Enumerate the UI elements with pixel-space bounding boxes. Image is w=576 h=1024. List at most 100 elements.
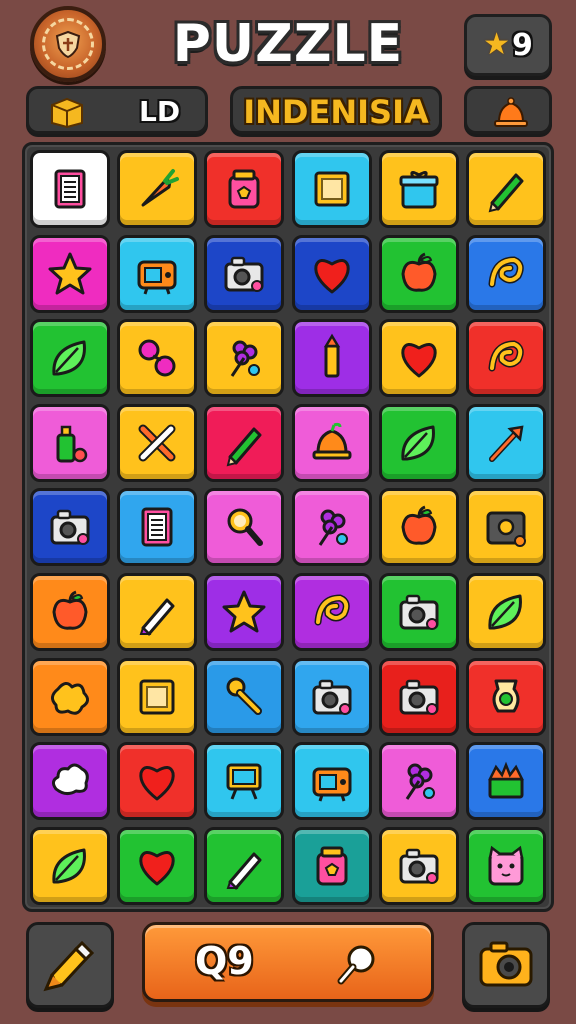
tile-swirl[interactable] xyxy=(466,319,546,398)
tile-leaf[interactable] xyxy=(378,403,459,482)
apple-icon xyxy=(401,505,437,546)
frame-icon xyxy=(314,171,350,207)
tile-swirl[interactable] xyxy=(291,573,372,651)
tile-pen[interactable] xyxy=(204,826,285,905)
tile-bell[interactable] xyxy=(291,403,372,482)
top-bar: PUZZLE ★ 9 xyxy=(0,0,576,86)
tile-gift[interactable] xyxy=(378,150,459,228)
star-count: 9 xyxy=(512,27,533,63)
tile-carrot[interactable] xyxy=(117,150,198,228)
box-icon xyxy=(51,97,83,129)
level-pill[interactable]: LD xyxy=(26,86,208,134)
emblem-badge-icon[interactable] xyxy=(30,6,106,82)
easel-icon xyxy=(226,763,262,800)
bottom-bar: Q9 xyxy=(0,918,576,1018)
cat-icon xyxy=(488,845,524,886)
tile-easel[interactable] xyxy=(204,742,285,821)
tile-flower[interactable] xyxy=(378,742,459,821)
bell-button[interactable] xyxy=(464,86,552,134)
tile-key[interactable] xyxy=(204,657,285,736)
tile-camera[interactable] xyxy=(30,488,110,567)
tile-speaker[interactable] xyxy=(466,488,546,567)
tile-cat[interactable] xyxy=(466,826,546,905)
leaf-icon xyxy=(52,340,86,376)
tile-leaf[interactable] xyxy=(30,319,110,398)
page-title: PUZZLE xyxy=(172,14,404,74)
cloud-icon xyxy=(51,763,89,796)
tile-cloud[interactable] xyxy=(30,742,110,821)
swirl-icon xyxy=(314,594,350,626)
radio-icon xyxy=(137,260,177,295)
tile-jar[interactable] xyxy=(204,150,285,228)
tile-pen[interactable] xyxy=(117,573,198,651)
tile-magnifier[interactable] xyxy=(204,488,285,567)
tile-camera[interactable] xyxy=(291,657,372,736)
tile-star[interactable] xyxy=(30,234,110,313)
tile-radio[interactable] xyxy=(117,234,198,313)
tile-heart[interactable] xyxy=(378,319,459,398)
tile-apple[interactable] xyxy=(378,234,459,313)
bell-icon xyxy=(312,422,352,460)
search-icon xyxy=(337,945,375,985)
tile-notepad[interactable] xyxy=(117,488,198,567)
jar-icon xyxy=(316,846,348,886)
tile-cross[interactable] xyxy=(117,403,198,482)
camera-icon xyxy=(399,848,439,884)
heart-icon xyxy=(313,258,350,294)
tile-pencil[interactable] xyxy=(204,403,285,482)
tile-heart[interactable] xyxy=(117,826,198,905)
cross-icon xyxy=(138,424,176,462)
tile-apple[interactable] xyxy=(30,573,110,651)
tile-cherries[interactable] xyxy=(117,319,198,398)
camera-icon xyxy=(479,941,533,987)
shield-icon xyxy=(55,30,81,59)
heart-icon xyxy=(139,766,175,801)
pen-icon xyxy=(227,852,262,890)
tile-crown[interactable] xyxy=(466,742,546,821)
star-icon xyxy=(48,252,92,295)
splat-icon xyxy=(51,681,89,715)
heart-icon xyxy=(139,850,175,886)
tile-crayon[interactable] xyxy=(291,319,372,398)
leaf-icon xyxy=(488,594,522,630)
tile-bottle[interactable] xyxy=(30,403,110,482)
jar-icon xyxy=(228,169,260,209)
tile-camera[interactable] xyxy=(204,234,285,313)
tile-flower[interactable] xyxy=(204,319,285,398)
tile-jar[interactable] xyxy=(291,826,372,905)
star-icon xyxy=(222,590,266,633)
cherries-icon xyxy=(138,339,176,377)
flower-icon xyxy=(231,340,261,378)
tile-pencil[interactable] xyxy=(466,150,546,228)
tile-camera[interactable] xyxy=(378,657,459,736)
tile-star[interactable] xyxy=(204,573,285,651)
tile-flower[interactable] xyxy=(291,488,372,567)
region-label: INDENISIA xyxy=(243,93,429,131)
tile-heart[interactable] xyxy=(291,234,372,313)
camera-button[interactable] xyxy=(462,922,550,1008)
apple-icon xyxy=(401,252,437,292)
tile-frame[interactable] xyxy=(291,150,372,228)
marker-button[interactable] xyxy=(26,922,114,1008)
radio-icon xyxy=(312,767,352,802)
tile-frame[interactable] xyxy=(117,657,198,736)
tile-swirl[interactable] xyxy=(466,234,546,313)
tile-leaf[interactable] xyxy=(30,826,110,905)
carrot-icon xyxy=(141,169,180,207)
star-counter[interactable]: ★ 9 xyxy=(464,14,552,76)
camera-icon xyxy=(312,679,352,715)
tile-radio[interactable] xyxy=(291,742,372,821)
tile-leaf[interactable] xyxy=(466,573,546,651)
tile-camera[interactable] xyxy=(378,573,459,651)
tile-arrow[interactable] xyxy=(466,403,546,482)
tile-camera[interactable] xyxy=(378,826,459,905)
tile-notepad[interactable] xyxy=(30,150,110,228)
camera-icon xyxy=(224,256,264,292)
tile-splat[interactable] xyxy=(30,657,110,736)
tile-vase[interactable] xyxy=(466,657,546,736)
arrow-icon xyxy=(489,425,524,462)
hint-count: Q9 xyxy=(195,939,254,983)
tile-heart[interactable] xyxy=(117,742,198,821)
tile-apple[interactable] xyxy=(378,488,459,567)
hint-button[interactable]: Q9 xyxy=(142,922,434,1002)
